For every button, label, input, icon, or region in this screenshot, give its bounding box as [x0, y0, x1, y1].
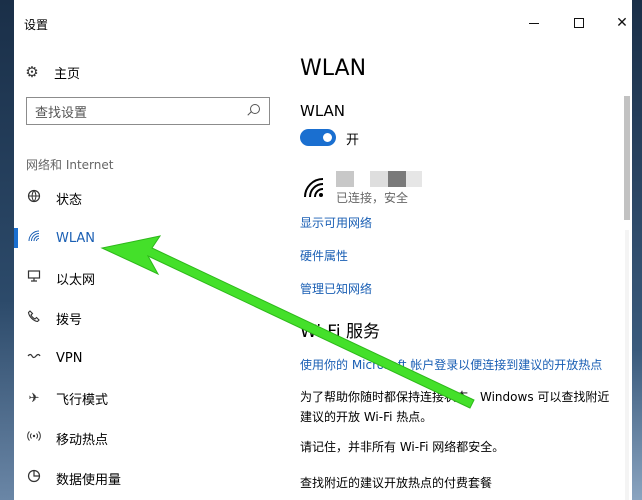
- show-available-networks-link[interactable]: 显示可用网络: [300, 214, 372, 231]
- maximize-icon: [574, 18, 584, 28]
- network-name-redacted: [388, 171, 406, 187]
- window-title: 设置: [24, 18, 49, 32]
- settings-window: 设置 ✕ ⚙ 主页 查找设置 网络和 Internet 状态 WLAN 以太网: [14, 0, 632, 500]
- microsoft-account-signin-link[interactable]: 使用你的 Microsoft 帐户登录以便连接到建议的开放热点: [300, 356, 602, 373]
- sidebar-item-status[interactable]: 状态: [14, 184, 284, 212]
- hardware-properties-link[interactable]: 硬件属性: [300, 247, 348, 264]
- sidebar-item-dialup[interactable]: 拨号: [14, 304, 284, 332]
- sidebar-section-label: 网络和 Internet: [26, 158, 114, 172]
- sidebar-item-label: 以太网: [56, 272, 96, 288]
- gear-icon: ⚙: [25, 63, 39, 81]
- scrollbar-thumb[interactable]: [624, 96, 630, 220]
- network-name-redacted: [370, 171, 388, 187]
- ethernet-icon: [26, 269, 42, 287]
- search-icon[interactable]: [245, 103, 261, 119]
- sidebar-item-vpn[interactable]: VPN: [14, 344, 284, 372]
- sidebar-home-label: 主页: [54, 66, 81, 82]
- sidebar-item-wlan[interactable]: WLAN: [14, 224, 284, 252]
- wifi-services-description: 为了帮助你随时都保持连接状态，Windows 可以查找附近建议的开放 Wi-Fi…: [300, 390, 610, 424]
- network-status: 已连接，安全: [336, 191, 409, 205]
- phone-icon: [26, 309, 42, 327]
- sidebar-item-label: WLAN: [56, 230, 96, 246]
- data-usage-icon: [26, 469, 42, 487]
- wlan-toggle-state: 开: [346, 133, 360, 148]
- sidebar-item-mobile-hotspot[interactable]: 移动热点: [14, 424, 284, 452]
- desktop-background-left: [0, 0, 14, 500]
- security-warning-text: 请记住，并非所有 Wi-Fi 网络都安全。: [300, 440, 505, 454]
- network-wifi-icon[interactable]: [302, 177, 328, 199]
- vpn-icon: [26, 349, 42, 367]
- sidebar-item-label: 移动热点: [56, 432, 109, 448]
- sidebar-item-ethernet[interactable]: 以太网: [14, 264, 284, 292]
- sidebar-item-airplane-mode[interactable]: ✈ 飞行模式: [14, 384, 284, 412]
- minimize-icon: [529, 22, 539, 24]
- sidebar-item-label: 飞行模式: [56, 392, 109, 408]
- active-indicator: [14, 228, 18, 248]
- desktop-background-right: [632, 0, 642, 500]
- close-icon: ✕: [616, 15, 628, 31]
- paid-plans-text: 查找附近的建议开放热点的付费套餐: [300, 476, 493, 490]
- sidebar-item-label: 数据使用量: [56, 472, 122, 488]
- scrollbar-track[interactable]: [625, 230, 629, 500]
- sidebar-item-label: 状态: [56, 192, 83, 208]
- minimize-button[interactable]: [514, 8, 554, 38]
- wlan-section-title: WLAN: [300, 102, 346, 120]
- manage-known-networks-link[interactable]: 管理已知网络: [300, 280, 372, 297]
- search-input[interactable]: 查找设置: [35, 102, 245, 121]
- wlan-toggle[interactable]: [300, 129, 336, 146]
- sidebar-home[interactable]: ⚙ 主页: [24, 60, 80, 84]
- wifi-services-title: Wi-Fi 服务: [300, 322, 380, 342]
- network-name-redacted: [406, 171, 422, 187]
- globe-icon: [26, 189, 42, 207]
- wifi-icon: [26, 229, 42, 247]
- sidebar-item-label: VPN: [56, 350, 83, 366]
- page-title: WLAN: [300, 56, 367, 81]
- maximize-button[interactable]: [559, 8, 599, 38]
- sidebar-item-label: 拨号: [56, 312, 83, 328]
- sidebar-item-data-usage[interactable]: 数据使用量: [14, 464, 284, 492]
- close-button[interactable]: ✕: [602, 8, 632, 38]
- network-name-redacted: [336, 171, 354, 187]
- title-bar: 设置 ✕: [14, 0, 632, 48]
- search-box[interactable]: 查找设置: [26, 97, 270, 125]
- hotspot-icon: [26, 429, 42, 447]
- airplane-icon: ✈: [28, 390, 40, 406]
